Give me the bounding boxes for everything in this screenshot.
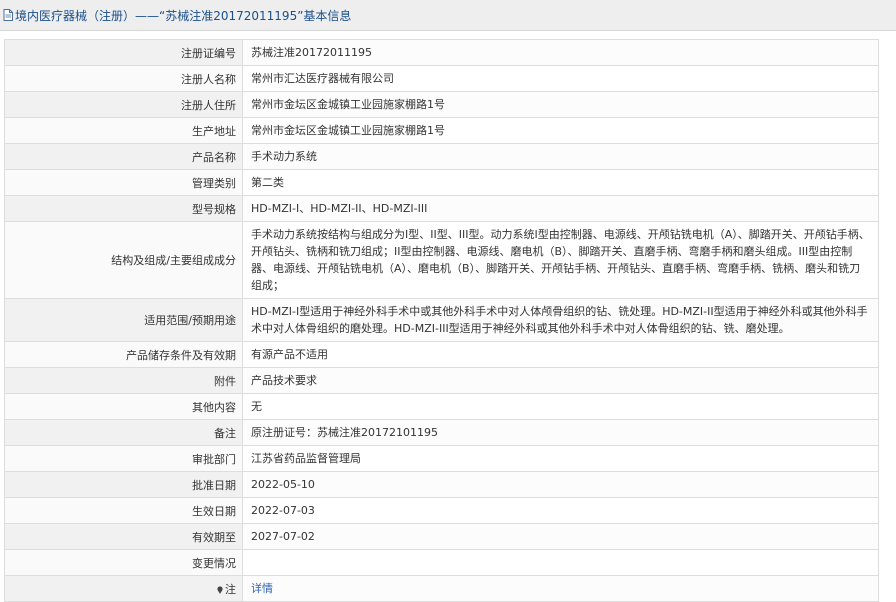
row-label: 批准日期 xyxy=(4,471,243,498)
table-row: 注册人名称 常州市汇达医疗器械有限公司 xyxy=(4,65,879,92)
details-link[interactable]: 详情 xyxy=(251,582,273,595)
row-value: 江苏省药品监督管理局 xyxy=(242,445,879,472)
row-label: 生产地址 xyxy=(4,117,243,144)
row-value: 手术动力系统按结构与组成分为I型、II型、III型。动力系统I型由控制器、电源线… xyxy=(242,221,879,299)
row-label: 产品名称 xyxy=(4,143,243,170)
row-value: 有源产品不适用 xyxy=(242,341,879,368)
info-table: 注册证编号 苏械注准20172011195 注册人名称 常州市汇达医疗器械有限公… xyxy=(4,39,879,602)
row-value: 常州市金坛区金城镇工业园施家棚路1号 xyxy=(242,117,879,144)
table-row: 生产地址 常州市金坛区金城镇工业园施家棚路1号 xyxy=(4,117,879,144)
table-row: 管理类别 第二类 xyxy=(4,169,879,196)
row-label: 注册证编号 xyxy=(4,39,243,66)
table-row: 其他内容 无 xyxy=(4,393,879,420)
table-row: 有效期至 2027-07-02 xyxy=(4,523,879,550)
table-row: 适用范围/预期用途 HD-MZI-I型适用于神经外科手术中或其他外科手术中对人体… xyxy=(4,298,879,342)
table-row: 产品储存条件及有效期 有源产品不适用 xyxy=(4,341,879,368)
pin-icon xyxy=(217,585,223,594)
row-label: 其他内容 xyxy=(4,393,243,420)
row-value: 2022-07-03 xyxy=(242,497,879,524)
note-row: 注 详情 xyxy=(4,575,879,602)
table-row: 附件 产品技术要求 xyxy=(4,367,879,394)
table-row: 生效日期 2022-07-03 xyxy=(4,497,879,524)
row-value: 无 xyxy=(242,393,879,420)
table-row: 备注 原注册证号：苏械注准20172101195 xyxy=(4,419,879,446)
row-label: 型号规格 xyxy=(4,195,243,222)
row-value: 原注册证号：苏械注准20172101195 xyxy=(242,419,879,446)
page-title: 境内医疗器械（注册）——“苏械注准20172011195”基本信息 xyxy=(15,8,352,23)
row-value: 2027-07-02 xyxy=(242,523,879,550)
table-row: 产品名称 手术动力系统 xyxy=(4,143,879,170)
row-label: 注册人住所 xyxy=(4,91,243,118)
table-row: 变更情况 xyxy=(4,549,879,576)
row-label: 管理类别 xyxy=(4,169,243,196)
table-row: 注册证编号 苏械注准20172011195 xyxy=(4,39,879,66)
row-label: 附件 xyxy=(4,367,243,394)
row-label: 备注 xyxy=(4,419,243,446)
row-label: 变更情况 xyxy=(4,549,243,576)
table-row: 型号规格 HD-MZI-I、HD-MZI-II、HD-MZI-III xyxy=(4,195,879,222)
table-row: 批准日期 2022-05-10 xyxy=(4,471,879,498)
row-value: HD-MZI-I型适用于神经外科手术中或其他外科手术中对人体颅骨组织的钻、铣处理… xyxy=(242,298,879,342)
row-label: 生效日期 xyxy=(4,497,243,524)
row-value: 常州市金坛区金城镇工业园施家棚路1号 xyxy=(242,91,879,118)
row-value: 第二类 xyxy=(242,169,879,196)
note-label: 注 xyxy=(225,582,236,596)
row-label: 结构及组成/主要组成成分 xyxy=(4,221,243,299)
table-row: 审批部门 江苏省药品监督管理局 xyxy=(4,445,879,472)
table-row: 结构及组成/主要组成成分 手术动力系统按结构与组成分为I型、II型、III型。动… xyxy=(4,221,879,299)
row-label: 有效期至 xyxy=(4,523,243,550)
note-label-cell: 注 xyxy=(4,575,243,602)
document-icon xyxy=(3,9,13,21)
table-row: 注册人住所 常州市金坛区金城镇工业园施家棚路1号 xyxy=(4,91,879,118)
row-value xyxy=(242,549,879,576)
page-header: 境内医疗器械（注册）——“苏械注准20172011195”基本信息 xyxy=(0,0,896,31)
row-value: 常州市汇达医疗器械有限公司 xyxy=(242,65,879,92)
row-label: 适用范围/预期用途 xyxy=(4,298,243,342)
row-label: 审批部门 xyxy=(4,445,243,472)
row-value: HD-MZI-I、HD-MZI-II、HD-MZI-III xyxy=(242,195,879,222)
row-value: 产品技术要求 xyxy=(242,367,879,394)
row-value: 手术动力系统 xyxy=(242,143,879,170)
row-label: 产品储存条件及有效期 xyxy=(4,341,243,368)
row-value: 2022-05-10 xyxy=(242,471,879,498)
note-value-cell: 详情 xyxy=(242,575,879,602)
row-value: 苏械注准20172011195 xyxy=(242,39,879,66)
row-label: 注册人名称 xyxy=(4,65,243,92)
